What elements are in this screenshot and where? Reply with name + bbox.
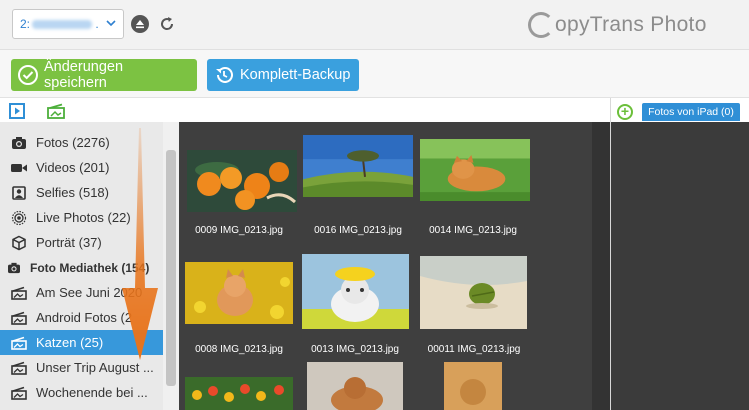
sidebar-section-photo-library[interactable]: Foto Mediathek (154) bbox=[0, 255, 163, 280]
sidebar-item-label: Videos (201) bbox=[36, 160, 110, 175]
copytrans-photo-window: 2: . opyTrans Photo Änderungen speichern bbox=[0, 0, 749, 410]
sidebar-item-live-photos[interactable]: Live Photos (22) bbox=[0, 205, 163, 230]
refresh-icon[interactable] bbox=[158, 15, 176, 33]
video-icon bbox=[11, 160, 27, 176]
history-icon bbox=[213, 64, 235, 86]
photo-thumbnail-flowers[interactable] bbox=[185, 377, 293, 410]
full-backup-label: Komplett-Backup bbox=[240, 67, 351, 83]
logo-c-mark bbox=[528, 12, 554, 38]
photo-caption: 0013 IMG_0213.jpg bbox=[311, 344, 399, 355]
sidebar-item-label: Wochenende bei ... bbox=[36, 385, 148, 400]
sidebar-item-selfies[interactable]: Selfies (518) bbox=[0, 180, 163, 205]
album-icon bbox=[11, 285, 27, 301]
photo-caption: 0014 IMG_0213.jpg bbox=[429, 225, 517, 236]
media-view-icon[interactable] bbox=[9, 103, 25, 119]
chevron-down-icon bbox=[106, 16, 116, 33]
photo-thumbnail-tree[interactable] bbox=[303, 135, 413, 197]
sidebar-item-katzen[interactable]: Katzen (25) bbox=[0, 330, 163, 355]
album-icon bbox=[11, 335, 27, 351]
album-view-icon[interactable] bbox=[47, 103, 65, 119]
device-select-prefix: 2: bbox=[20, 17, 31, 31]
save-changes-label: Änderungen speichern bbox=[44, 59, 124, 91]
photo-caption: 0016 IMG_0213.jpg bbox=[314, 225, 402, 236]
sidebar-item-android-fotos[interactable]: Android Fotos (2 bbox=[0, 305, 163, 330]
tab-photos-from-ipad[interactable]: Fotos von iPad (0) bbox=[642, 103, 740, 121]
logo-text: opyTrans Photo bbox=[555, 13, 707, 36]
photo-caption: 00011 IMG_0213.jpg bbox=[427, 344, 521, 355]
sidebar-item-photos[interactable]: Fotos (2276) bbox=[0, 130, 163, 155]
sidebar-item-videos[interactable]: Videos (201) bbox=[0, 155, 163, 180]
sidebar-scrollbar-thumb[interactable] bbox=[166, 150, 176, 386]
sidebar-item-label: Katzen (25) bbox=[36, 335, 104, 350]
device-select[interactable]: 2: . bbox=[12, 9, 124, 39]
top-bar: 2: . opyTrans Photo bbox=[0, 0, 749, 50]
device-name-blurred bbox=[32, 20, 93, 30]
sidebar-item-label: Am See Juni 2020 bbox=[36, 285, 143, 300]
photo-gallery: 0009 IMG_0213.jpg 0016 IMG_0213.jpg 0014… bbox=[179, 122, 592, 410]
camera-icon bbox=[11, 135, 27, 151]
eject-icon[interactable] bbox=[131, 15, 149, 33]
sidebar-item-label: Live Photos (22) bbox=[36, 210, 131, 225]
add-icon[interactable]: + bbox=[617, 104, 633, 120]
sidebar-item-label: Fotos (2276) bbox=[36, 135, 110, 150]
save-changes-button[interactable]: Änderungen speichern bbox=[11, 59, 197, 91]
photo-caption: 0008 IMG_0213.jpg bbox=[195, 344, 283, 355]
sidebar-item-wochenende[interactable]: Wochenende bei ... bbox=[0, 380, 163, 405]
action-bar: Änderungen speichern Komplett-Backup bbox=[0, 50, 749, 98]
photo-thumbnail-cat-yellow-hat[interactable] bbox=[302, 254, 409, 329]
album-icon bbox=[11, 360, 27, 376]
photo-caption: 0009 IMG_0213.jpg bbox=[195, 225, 283, 236]
photo-thumbnail-dog-autumn[interactable] bbox=[444, 362, 502, 410]
cube-icon bbox=[11, 235, 27, 251]
album-icon bbox=[11, 310, 27, 326]
device-photos-pane bbox=[611, 122, 749, 410]
device-select-suffix: . bbox=[95, 17, 99, 31]
photo-thumbnail-cat-flowers[interactable] bbox=[185, 262, 293, 324]
live-photo-icon bbox=[11, 210, 27, 226]
full-backup-button[interactable]: Komplett-Backup bbox=[207, 59, 359, 91]
sidebar-item-label: Porträt (37) bbox=[36, 235, 102, 250]
selfie-icon bbox=[11, 185, 27, 201]
sidebar-item-label: Android Fotos (2 bbox=[36, 310, 133, 325]
photo-thumbnail-leaf-beach[interactable] bbox=[420, 256, 527, 329]
copytrans-logo: opyTrans Photo bbox=[528, 8, 707, 42]
sidebar-item-portrait[interactable]: Porträt (37) bbox=[0, 230, 163, 255]
sidebar-item-label: Selfies (518) bbox=[36, 185, 109, 200]
sidebar: Fotos (2276) Videos (201) Selfies (518) … bbox=[0, 122, 163, 410]
photo-thumbnail-cat-grass[interactable] bbox=[420, 139, 530, 201]
sidebar-item-am-see-juni-2020[interactable]: Am See Juni 2020 bbox=[0, 280, 163, 305]
photo-thumbnail-oranges[interactable] bbox=[187, 150, 297, 212]
sidebar-item-unser-trip-august[interactable]: Unser Trip August ... bbox=[0, 355, 163, 380]
camera-icon bbox=[6, 260, 22, 276]
sidebar-section-label: Foto Mediathek (154) bbox=[30, 260, 150, 275]
sidebar-item-label: Unser Trip August ... bbox=[36, 360, 154, 375]
album-icon bbox=[11, 385, 27, 401]
tab-strip bbox=[0, 98, 749, 122]
check-circle-icon bbox=[17, 64, 39, 86]
photo-thumbnail-dog[interactable] bbox=[307, 362, 403, 410]
gallery-scrollbar[interactable] bbox=[592, 122, 610, 410]
